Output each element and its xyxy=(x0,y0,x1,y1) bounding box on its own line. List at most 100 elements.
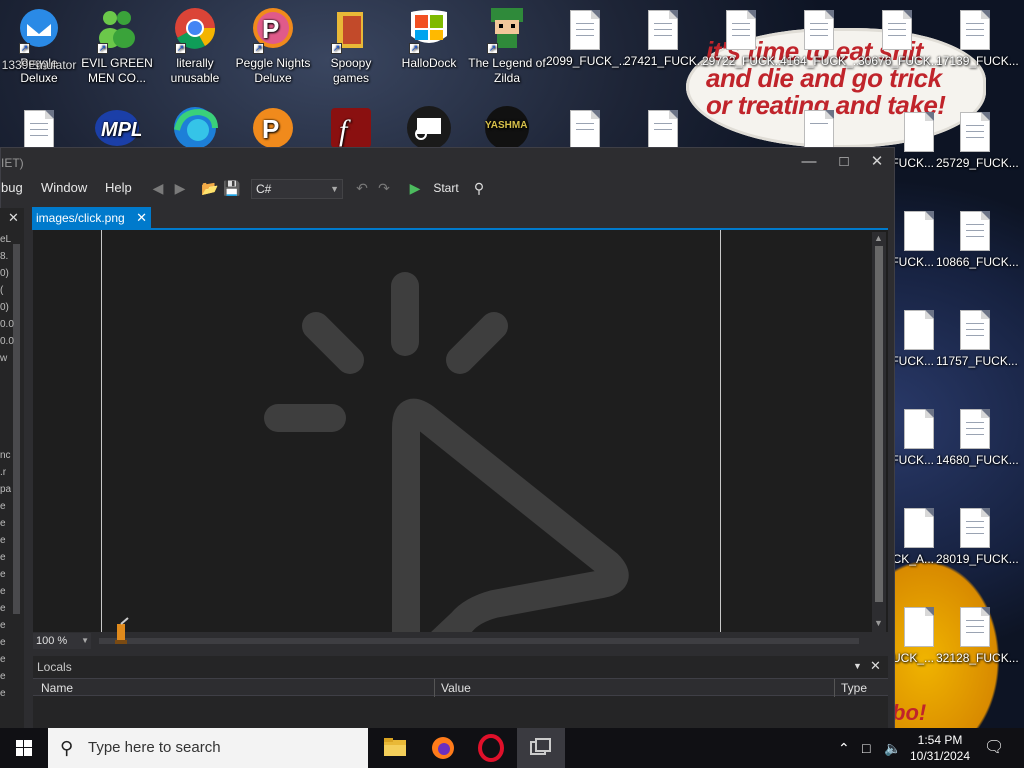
chevron-down-icon: ▼ xyxy=(81,636,89,645)
document-icon xyxy=(904,112,934,152)
desktop-icon-item[interactable]: ↗ HalloDock xyxy=(390,6,468,71)
locals-header: Name Value Type xyxy=(33,678,888,697)
opera-icon xyxy=(478,734,504,762)
left-panel-fragment: e xyxy=(0,552,6,563)
desktop-icon-item[interactable]: ↗ Peggle Deluxe xyxy=(0,6,78,86)
start-button[interactable]: Start xyxy=(426,179,466,197)
svg-text:MPL: MPL xyxy=(101,119,141,141)
panel-dropdown-icon[interactable]: ▼ xyxy=(853,661,862,671)
navigate-back-icon[interactable]: ◀ xyxy=(149,179,167,197)
network-icon[interactable]: □ xyxy=(862,728,870,768)
close-tab-icon[interactable]: ✕ xyxy=(136,207,147,229)
navigate-forward-icon[interactable]: ▶ xyxy=(171,179,189,197)
vertical-scrollbar[interactable]: ▲ ▼ xyxy=(872,232,886,632)
chevron-up-icon[interactable]: ⌃ xyxy=(838,728,850,768)
minimize-button[interactable]: — xyxy=(796,152,822,172)
taskbar-search[interactable]: ⚲ Type here to search xyxy=(48,728,368,768)
desktop-icon-item[interactable]: ↗ Spoopy games xyxy=(312,6,390,86)
menu-debug[interactable]: bug xyxy=(1,180,23,195)
shortcut-arrow-icon: ↗ xyxy=(253,43,264,54)
close-button[interactable]: ✕ xyxy=(864,152,890,172)
left-panel-fragment: nc xyxy=(0,450,11,461)
desktop-icon-label: 32128_FUCK... xyxy=(936,651,1019,665)
chevron-down-icon: ▼ xyxy=(330,184,339,194)
tab-click-png[interactable]: images/click.png ✕ xyxy=(32,207,151,229)
close-panel-icon[interactable]: ✕ xyxy=(8,210,19,226)
desktop-icon-document[interactable]: 11757_FUCK... xyxy=(936,306,1018,369)
start-button[interactable] xyxy=(0,728,48,768)
file-explorer-button[interactable] xyxy=(371,728,419,768)
desktop-icon-label: 17139_FUCK... xyxy=(936,54,1019,68)
scroll-up-icon[interactable]: ▲ xyxy=(874,233,883,243)
scrollbar-thumb[interactable] xyxy=(99,638,859,644)
title-bar[interactable]: IET) — □ ✕ xyxy=(1,148,894,176)
maximize-button[interactable]: □ xyxy=(831,152,857,172)
desktop-icon-overlay-label: 1339Emulator xyxy=(1,58,77,72)
document-icon xyxy=(904,508,934,548)
wallpaper-decoration: bo! xyxy=(892,700,927,725)
menu-help[interactable]: Help xyxy=(105,180,132,195)
save-icon[interactable]: 💾 xyxy=(223,179,241,197)
folder-icon: ↗ xyxy=(327,6,375,54)
document-icon xyxy=(904,310,934,350)
panel-scrollbar[interactable] xyxy=(13,244,20,614)
desktop-icon-document[interactable]: 10866_FUCK... xyxy=(936,207,1019,270)
document-icon xyxy=(570,110,600,150)
desktop-icon-item[interactable]: 30676_FUCK... xyxy=(858,6,941,69)
desktop-icon-label: The Legend of Zilda xyxy=(468,56,546,85)
peggle-icon: P xyxy=(249,104,297,152)
column-value[interactable]: Value xyxy=(441,681,471,695)
left-panel-fragment: pa xyxy=(0,484,12,495)
left-panel-fragment: e xyxy=(0,603,6,614)
desktop-icon-item[interactable]: P ↗ Peggle Nights Deluxe xyxy=(234,6,312,86)
left-panel-fragment: e xyxy=(0,671,6,682)
desktop-icon-document[interactable]: 32128_FUCK... xyxy=(936,603,1019,666)
notifications-icon[interactable]: 🗨 xyxy=(984,728,1004,768)
start-icon[interactable]: ▶ xyxy=(406,179,424,197)
shortcut-arrow-icon: ↗ xyxy=(331,43,342,54)
ide-taskbar-button[interactable] xyxy=(517,728,565,768)
column-type[interactable]: Type xyxy=(841,681,867,695)
menu-window[interactable]: Window xyxy=(41,180,87,195)
left-panel-fragment: 0) xyxy=(0,302,9,313)
firefox-button[interactable] xyxy=(419,728,467,768)
scrollbar-thumb[interactable] xyxy=(875,246,883,602)
locals-panel[interactable]: Locals ▼ ✕ Name Value Type xyxy=(33,656,888,728)
desktop-icon-label: 10866_FUCK... xyxy=(936,255,1019,269)
search-icon[interactable]: ⚲ xyxy=(470,179,488,197)
zoom-select[interactable]: 100 % ▼ xyxy=(33,633,91,649)
desktop-icon-document[interactable]: 28019_FUCK... xyxy=(936,504,1019,567)
desktop-icon-item[interactable]: 27421_FUCK... xyxy=(624,6,707,69)
column-name[interactable]: Name xyxy=(41,681,73,695)
zelda-icon: ↗ xyxy=(483,6,531,54)
desktop-icon-item[interactable]: 4164_FUCK_... xyxy=(780,6,863,69)
open-folder-icon[interactable]: 📂 xyxy=(201,179,219,197)
clock[interactable]: 1:54 PM 10/31/2024 xyxy=(900,732,980,764)
document-icon xyxy=(804,10,834,50)
desktop-icon-item[interactable]: ↗ The Legend of Zilda xyxy=(468,6,546,86)
opera-button[interactable] xyxy=(467,728,515,768)
desktop-icon-item[interactable]: ↗ literally unusable xyxy=(156,6,234,86)
left-side-panel[interactable]: ✕ eL 8. 0)(0) 0.0 0.0 w nc .r pa e e e e e e e e e e e e xyxy=(0,208,24,728)
document-icon xyxy=(960,211,990,251)
desktop-icon-label: literally unusable xyxy=(170,56,220,85)
undo-icon[interactable]: ↶ xyxy=(353,179,371,197)
desktop-icon-item[interactable]: ↗ EVIL GREEN MEN CO... xyxy=(78,6,156,86)
svg-text:YASHMA: YASHMA xyxy=(485,120,527,131)
close-panel-icon[interactable]: ✕ xyxy=(870,658,881,674)
redo-icon[interactable]: ↷ xyxy=(375,179,393,197)
left-panel-fragment: .r xyxy=(0,467,7,478)
desktop-icon-item[interactable]: 17139_FUCK... xyxy=(936,6,1019,69)
language-select[interactable]: C# ▼ xyxy=(251,179,343,199)
left-panel-fragment: e xyxy=(0,688,6,699)
left-panel-fragment: 0) xyxy=(0,268,9,279)
shortcut-arrow-icon: ↗ xyxy=(175,43,186,54)
desktop-icon-item[interactable]: 29722_FUCK... xyxy=(702,6,785,69)
scroll-down-icon[interactable]: ▼ xyxy=(874,618,883,628)
document-icon xyxy=(904,409,934,449)
horizontal-scrollbar[interactable] xyxy=(95,633,875,649)
desktop-icon-document[interactable]: 25729_FUCK... xyxy=(936,108,1019,171)
desktop-icon-document[interactable]: 14680_FUCK... xyxy=(936,405,1019,468)
volume-icon[interactable]: 🔈 xyxy=(884,728,901,768)
desktop-icon-item[interactable]: 2099_FUCK_... xyxy=(546,6,629,69)
